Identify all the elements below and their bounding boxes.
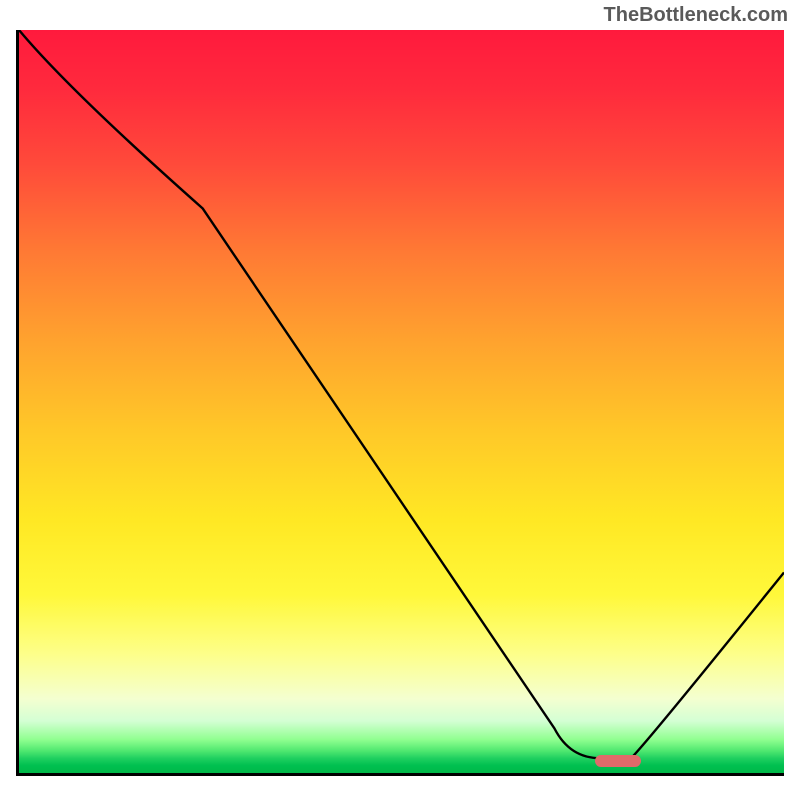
optimal-range-marker — [595, 755, 641, 767]
bottleneck-curve — [19, 30, 784, 773]
watermark-text: TheBottleneck.com — [604, 4, 788, 27]
bottleneck-curve-path — [19, 30, 784, 758]
chart-plot-area — [16, 30, 784, 776]
